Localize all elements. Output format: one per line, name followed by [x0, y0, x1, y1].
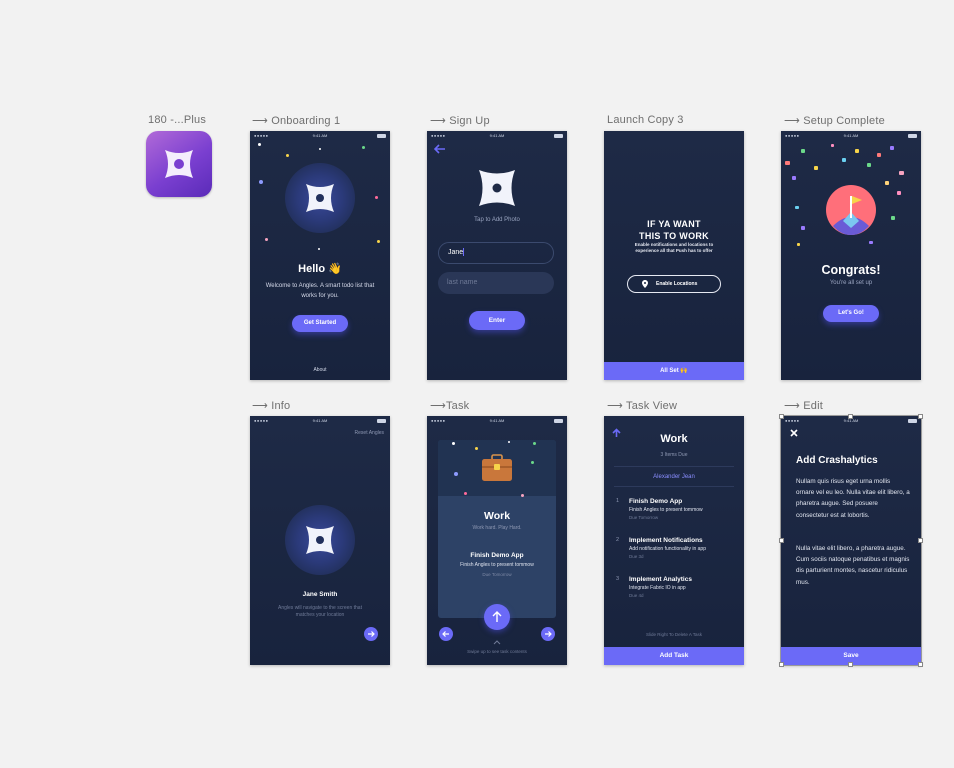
artboard-setup-complete[interactable]: ●●●●● 9:41 AM Congrats! You're all set up…: [781, 131, 921, 380]
app-icon[interactable]: [146, 131, 212, 197]
artboard-edit[interactable]: ●●●●● 9:41 AM Add Crashalytics Nullam qui…: [780, 415, 922, 666]
get-started-button[interactable]: Get Started: [292, 315, 348, 332]
angles-logo-icon: [165, 150, 193, 178]
item-number: 3: [616, 576, 620, 582]
edit-title[interactable]: Add Crashalytics: [796, 455, 878, 466]
last-name-field[interactable]: last name: [438, 272, 554, 294]
arrow-up-icon: [492, 611, 502, 622]
items-due-count: 3 Items Due: [660, 452, 688, 458]
enable-locations-button[interactable]: Enable Locations: [627, 275, 721, 293]
item-due: Due 4d: [629, 593, 644, 598]
artboard-label-launch[interactable]: Launch Copy 3: [607, 114, 684, 126]
edit-paragraph-1[interactable]: Nullam quis risus eget urna mollis ornar…: [796, 476, 910, 521]
artboard-label-edit[interactable]: ⟶ Edit: [784, 399, 823, 412]
enter-button[interactable]: Enter: [469, 311, 525, 330]
item-description: Finish Angles to present tommow: [629, 507, 703, 513]
item-due: Due Tomorrow: [629, 515, 659, 520]
divider: [614, 466, 734, 467]
item-description: Integrate Fabric IO in app: [629, 585, 686, 591]
edit-paragraph-2[interactable]: Nulla vitae elit libero, a pharetra augu…: [796, 543, 910, 588]
selection-handle[interactable]: [779, 662, 784, 667]
task-view-title: Work: [660, 433, 688, 445]
congrats-illustration-icon: [826, 185, 876, 235]
artboard-task[interactable]: ●●●●● 9:41 AM Work Work hard. Play Hard. …: [427, 416, 567, 665]
lets-go-button[interactable]: Let's Go!: [823, 305, 879, 322]
selection-handle[interactable]: [779, 538, 784, 543]
status-bar: ●●●●● 9:41 AM: [254, 133, 386, 139]
selection-handle[interactable]: [779, 414, 784, 419]
assignee-name[interactable]: Alexander Jean: [604, 474, 744, 480]
status-bar: ●●●●● 9:41 AM: [431, 418, 563, 424]
selection-handle[interactable]: [918, 538, 923, 543]
card-title: Work: [483, 510, 511, 522]
task-title: Finish Demo App: [470, 552, 524, 559]
item-due: Due 3d: [629, 554, 644, 559]
welcome-text: Welcome to Angles. A smart todo list tha…: [265, 283, 375, 299]
artboard-label-onboarding[interactable]: ⟶ Onboarding 1: [252, 114, 340, 127]
swipe-hint: Swipe up to see task contents: [467, 649, 527, 654]
artboard-label-info[interactable]: ⟶ Info: [252, 399, 290, 412]
artboard-onboarding[interactable]: ●●●●● 9:41 AM Hello 👋 Welcome to Angles. …: [250, 131, 390, 380]
app-icon-label[interactable]: 180 -...Plus: [148, 114, 206, 126]
add-task-button[interactable]: Add Task: [604, 647, 744, 665]
back-arrow-icon[interactable]: [434, 144, 446, 154]
item-title: Finish Demo App: [629, 498, 683, 505]
congrats-title: Congrats!: [821, 263, 881, 277]
congrats-subtitle: You're all set up: [829, 280, 873, 286]
selection-handle[interactable]: [918, 414, 923, 419]
chevron-up-icon: [493, 640, 501, 645]
arrow-left-icon: [442, 631, 449, 637]
reset-angles-link[interactable]: Reset Angles: [355, 430, 384, 436]
previous-button[interactable]: [439, 627, 453, 641]
briefcase-icon: [482, 454, 512, 481]
item-number: 1: [616, 498, 620, 504]
artboard-task-view[interactable]: Work 3 Items Due Alexander Jean 1 Finish…: [604, 416, 744, 665]
next-button[interactable]: [541, 627, 555, 641]
status-bar: ●●●●● 9:41 AM: [254, 418, 386, 424]
selection-handle[interactable]: [848, 414, 853, 419]
location-pin-icon: [642, 280, 648, 288]
next-button[interactable]: [364, 627, 378, 641]
headline-line-1: IF YA WANT: [647, 219, 701, 229]
about-link[interactable]: About: [250, 367, 390, 373]
item-number: 2: [616, 537, 620, 543]
item-title: Implement Analytics: [629, 576, 692, 583]
card-subtitle: Work hard. Play Hard.: [472, 525, 522, 531]
artboard-label-signup[interactable]: ⟶ Sign Up: [430, 114, 490, 127]
status-bar: ●●●●● 9:41 AM: [785, 133, 917, 139]
artboard-label-setup[interactable]: ⟶ Setup Complete: [784, 114, 885, 127]
swipe-up-button[interactable]: [484, 604, 510, 630]
first-name-value: Jane: [448, 249, 464, 256]
close-icon[interactable]: [790, 429, 798, 437]
info-description: Angles will navigate to the screen that …: [278, 605, 362, 618]
task-description: Finish Angles to present tommow: [460, 562, 534, 568]
all-set-button[interactable]: All Set 🙌: [604, 362, 744, 380]
add-photo-icon[interactable]: [476, 167, 518, 209]
delete-hint: Slide Right To Delete A Task: [645, 632, 703, 637]
enable-locations-label: Enable Locations: [656, 281, 698, 287]
selection-handle[interactable]: [848, 662, 853, 667]
arrow-right-icon: [368, 631, 375, 637]
artboard-launch[interactable]: IF YA WANT THIS TO WORK Enable notificat…: [604, 131, 744, 380]
angles-logo-icon: [306, 184, 334, 212]
selection-handle[interactable]: [918, 662, 923, 667]
angles-logo-icon: [306, 526, 334, 554]
task-due: Due Tomorrow: [482, 572, 512, 577]
page-title: Hello 👋: [298, 263, 342, 275]
arrow-right-icon: [545, 631, 552, 637]
artboard-label-task[interactable]: ⟶Task: [430, 399, 469, 412]
status-bar: ●●●●● 9:41 AM: [431, 133, 563, 139]
task-card[interactable]: Work Work hard. Play Hard. Finish Demo A…: [438, 440, 556, 618]
first-name-field[interactable]: Jane: [438, 242, 554, 264]
artboard-signup[interactable]: ●●●●● 9:41 AM Tap to Add Photo Jane last …: [427, 131, 567, 380]
add-photo-hint[interactable]: Tap to Add Photo: [427, 217, 567, 223]
item-description: Add notification functionality in app: [629, 546, 706, 552]
artboard-label-taskview[interactable]: ⟶ Task View: [607, 399, 677, 412]
user-name: Jane Smith: [302, 591, 338, 598]
launch-description: Enable notifications and locations to ex…: [634, 242, 714, 253]
item-title: Implement Notifications: [629, 537, 703, 544]
headline-line-2: THIS TO WORK: [639, 231, 709, 241]
artboard-info[interactable]: ●●●●● 9:41 AM Reset Angles Jane Smith Ang…: [250, 416, 390, 665]
divider: [614, 486, 734, 487]
